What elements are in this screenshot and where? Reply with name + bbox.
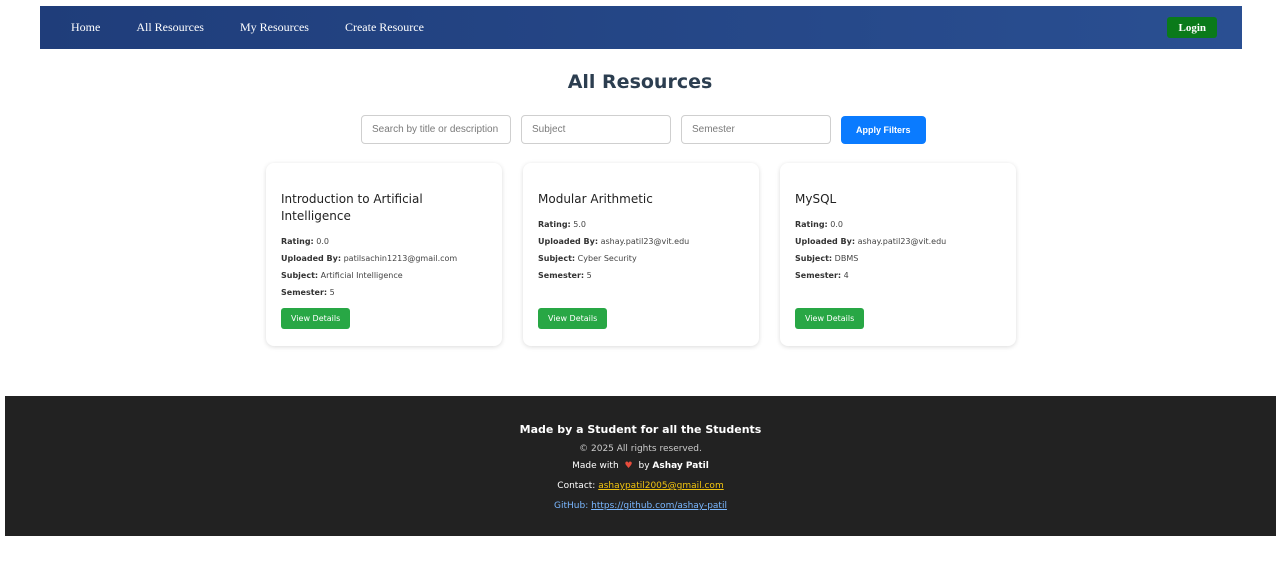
uploaded-by-row: Uploaded By: ashay.patil23@vit.edu bbox=[795, 233, 1001, 250]
view-details-button[interactable]: View Details bbox=[281, 308, 351, 329]
subject-value: Cyber Security bbox=[577, 254, 637, 263]
footer-made-with: Made with ♥ by Ashay Patil bbox=[5, 461, 1276, 471]
view-details-button[interactable]: View Details bbox=[538, 308, 608, 329]
top-navbar: Home All Resources My Resources Create R… bbox=[40, 6, 1242, 49]
uploaded-by-label: Uploaded By: bbox=[538, 237, 599, 246]
subject-row: Subject: Artificial Intelligence bbox=[281, 267, 487, 284]
nav-create-resource-link[interactable]: Create Resource bbox=[345, 20, 424, 35]
nav-all-resources-link[interactable]: All Resources bbox=[136, 20, 204, 35]
contact-email-link[interactable]: ashaypatil2005@gmail.com bbox=[598, 481, 724, 491]
site-footer: Made by a Student for all the Students ©… bbox=[5, 396, 1276, 536]
semester-label: Semester: bbox=[795, 271, 842, 280]
semester-filter-input[interactable] bbox=[681, 115, 831, 144]
page-title: All Resources bbox=[567, 71, 713, 93]
rating-row: Rating: 0.0 bbox=[281, 233, 487, 250]
rating-value: 5.0 bbox=[573, 220, 587, 229]
made-with-text: Made with bbox=[572, 461, 619, 471]
semester-value: 5 bbox=[586, 271, 592, 280]
resource-card: Introduction to Artificial Intelligence … bbox=[266, 163, 502, 346]
semester-row: Semester: 5 bbox=[281, 284, 487, 301]
resource-card: Modular Arithmetic Rating: 5.0 Uploaded … bbox=[523, 163, 759, 346]
nav-my-resources-link[interactable]: My Resources bbox=[240, 20, 309, 35]
by-text: by bbox=[638, 461, 650, 471]
rating-label: Rating: bbox=[538, 220, 571, 229]
rating-value: 0.0 bbox=[830, 220, 844, 229]
subject-label: Subject: bbox=[795, 254, 833, 263]
subject-filter-input[interactable] bbox=[521, 115, 671, 144]
resource-title: Introduction to Artificial Intelligence bbox=[281, 192, 423, 223]
resource-title: MySQL bbox=[795, 192, 837, 206]
uploaded-by-value: ashay.patil23@vit.edu bbox=[857, 237, 947, 246]
nav-home-link[interactable]: Home bbox=[71, 20, 100, 35]
subject-value: Artificial Intelligence bbox=[320, 271, 403, 280]
rating-label: Rating: bbox=[281, 237, 314, 246]
semester-row: Semester: 5 bbox=[538, 267, 744, 284]
apply-filters-button[interactable]: Apply Filters bbox=[841, 115, 926, 144]
resource-title: Modular Arithmetic bbox=[538, 192, 653, 206]
semester-label: Semester: bbox=[538, 271, 585, 280]
subject-row: Subject: Cyber Security bbox=[538, 250, 744, 267]
github-label: GitHub: bbox=[554, 501, 589, 511]
contact-label: Contact: bbox=[557, 481, 596, 491]
rating-label: Rating: bbox=[795, 220, 828, 229]
semester-value: 5 bbox=[329, 288, 335, 297]
filter-bar: Apply Filters bbox=[361, 115, 926, 144]
subject-label: Subject: bbox=[281, 271, 319, 280]
semester-row: Semester: 4 bbox=[795, 267, 1001, 284]
semester-label: Semester: bbox=[281, 288, 328, 297]
heart-icon: ♥ bbox=[624, 461, 633, 471]
footer-contact: Contact: ashaypatil2005@gmail.com bbox=[5, 481, 1276, 491]
view-details-button[interactable]: View Details bbox=[795, 308, 865, 329]
uploaded-by-value: patilsachin1213@gmail.com bbox=[343, 254, 458, 263]
uploaded-by-row: Uploaded By: patilsachin1213@gmail.com bbox=[281, 250, 487, 267]
author-name: Ashay Patil bbox=[652, 461, 709, 471]
rating-row: Rating: 0.0 bbox=[795, 216, 1001, 233]
uploaded-by-label: Uploaded By: bbox=[795, 237, 856, 246]
subject-label: Subject: bbox=[538, 254, 576, 263]
resource-card-list: Introduction to Artificial Intelligence … bbox=[266, 163, 1037, 346]
semester-value: 4 bbox=[843, 271, 849, 280]
footer-github: GitHub: https://github.com/ashay-patil bbox=[5, 501, 1276, 511]
rating-value: 0.0 bbox=[316, 237, 330, 246]
resource-card: MySQL Rating: 0.0 Uploaded By: ashay.pat… bbox=[780, 163, 1016, 346]
search-input[interactable] bbox=[361, 115, 511, 144]
footer-copyright: © 2025 All rights reserved. bbox=[579, 444, 702, 454]
github-link[interactable]: https://github.com/ashay-patil bbox=[591, 501, 727, 511]
rating-row: Rating: 5.0 bbox=[538, 216, 744, 233]
login-button[interactable]: Login bbox=[1167, 17, 1217, 38]
uploaded-by-label: Uploaded By: bbox=[281, 254, 342, 263]
uploaded-by-row: Uploaded By: ashay.patil23@vit.edu bbox=[538, 233, 744, 250]
subject-value: DBMS bbox=[834, 254, 859, 263]
uploaded-by-value: ashay.patil23@vit.edu bbox=[600, 237, 690, 246]
subject-row: Subject: DBMS bbox=[795, 250, 1001, 267]
footer-tagline: Made by a Student for all the Students bbox=[519, 423, 762, 436]
